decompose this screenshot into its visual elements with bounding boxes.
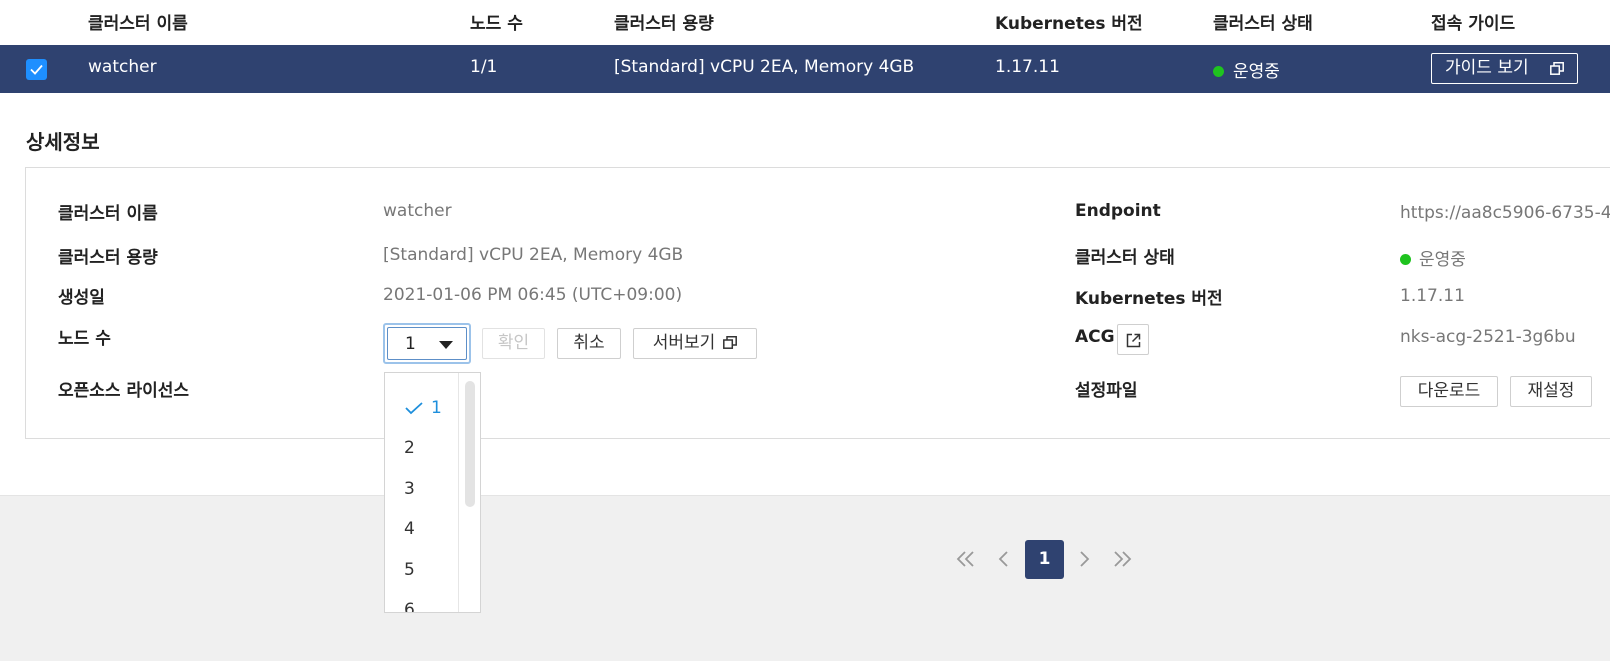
footer-area: [0, 495, 1610, 661]
server-view-label: 서버보기: [652, 333, 716, 353]
first-page-button[interactable]: [955, 544, 977, 574]
row-status: 운영중: [1213, 57, 1280, 82]
node-count-dropdown: 1 2 3 4 5 6: [384, 372, 481, 613]
detail-config-label: 설정파일: [1075, 381, 1138, 401]
dropdown-option-6[interactable]: 6: [385, 590, 457, 612]
table-header: 클러스터 이름 노드 수 클러스터 용량 Kubernetes 버전 클러스터 …: [0, 0, 1610, 45]
header-cluster-name: 클러스터 이름: [88, 14, 188, 34]
row-cluster-name: watcher: [88, 57, 157, 77]
detail-capacity-label: 클러스터 용량: [58, 248, 158, 268]
node-count-select-value: 1: [405, 334, 416, 354]
status-dot-icon: [1400, 253, 1411, 265]
dropdown-option-3[interactable]: 3: [385, 469, 457, 509]
row-checkbox[interactable]: [26, 59, 47, 80]
detail-capacity-value: [Standard] vCPU 2EA, Memory 4GB: [383, 245, 684, 265]
detail-cluster-name-value: watcher: [383, 201, 452, 221]
detail-acg-label: ACG: [1075, 327, 1115, 347]
detail-section-title: 상세정보: [26, 130, 100, 154]
dropdown-scrollbar[interactable]: [465, 381, 475, 507]
dropdown-option-2[interactable]: 2: [385, 428, 457, 468]
dropdown-option-1[interactable]: 1: [385, 388, 457, 428]
header-access-guide: 접속 가이드: [1431, 14, 1516, 34]
confirm-button[interactable]: 확인: [482, 328, 545, 359]
header-k8s-version: Kubernetes 버전: [995, 14, 1143, 34]
detail-created-value: 2021-01-06 PM 06:45 (UTC+09:00): [383, 285, 683, 305]
node-count-select-inner: [387, 327, 467, 360]
external-link-icon: [1126, 333, 1141, 348]
detail-acg-value: nks-acg-2521-3g6bu: [1400, 327, 1576, 347]
detail-status-label: 클러스터 상태: [1075, 248, 1175, 268]
detail-created-label: 생성일: [58, 288, 105, 308]
reset-button[interactable]: 재설정: [1510, 376, 1592, 407]
row-node-count: 1/1: [470, 57, 498, 77]
download-button[interactable]: 다운로드: [1400, 376, 1498, 407]
detail-endpoint-value: https://aa8c5906-6735-43: [1400, 203, 1610, 223]
chevron-right-icon: [1080, 551, 1090, 567]
detail-license-label: 오픈소스 라이선스: [58, 381, 190, 401]
detail-k8s-label: Kubernetes 버전: [1075, 289, 1223, 309]
detail-cluster-name-label: 클러스터 이름: [58, 204, 158, 224]
dropdown-option-label: 1: [431, 398, 442, 418]
detail-panel: [25, 167, 1610, 439]
new-window-icon: [723, 335, 738, 349]
header-capacity: 클러스터 용량: [614, 14, 714, 34]
detail-endpoint-label: Endpoint: [1075, 201, 1161, 221]
table-row[interactable]: watcher 1/1 [Standard] vCPU 2EA, Memory …: [0, 45, 1610, 93]
dropdown-option-5[interactable]: 5: [385, 550, 457, 590]
row-k8s-version: 1.17.11: [995, 57, 1060, 77]
detail-k8s-value: 1.17.11: [1400, 286, 1465, 306]
header-node-count: 노드 수: [470, 14, 523, 34]
server-view-button[interactable]: 서버보기: [633, 328, 757, 359]
node-count-select[interactable]: 1: [383, 323, 471, 364]
page-1-button[interactable]: 1: [1025, 540, 1064, 579]
prev-page-button[interactable]: [996, 544, 1012, 574]
caret-down-icon: [439, 341, 453, 349]
detail-nodes-label: 노드 수: [58, 329, 111, 349]
row-capacity: [Standard] vCPU 2EA, Memory 4GB: [614, 57, 915, 77]
cluster-page: 클러스터 이름 노드 수 클러스터 용량 Kubernetes 버전 클러스터 …: [0, 0, 1610, 661]
header-cluster-status: 클러스터 상태: [1213, 14, 1313, 34]
chevron-left-icon: [998, 551, 1008, 567]
last-page-button[interactable]: [1111, 544, 1133, 574]
check-icon: [30, 64, 43, 75]
detail-status-value: 운영중: [1400, 245, 1466, 270]
cancel-button[interactable]: 취소: [557, 328, 621, 359]
detail-status-text: 운영중: [1419, 250, 1466, 270]
double-chevron-right-icon: [1114, 551, 1132, 567]
next-page-button[interactable]: [1076, 544, 1092, 574]
row-status-text: 운영중: [1233, 62, 1280, 82]
acg-link-button[interactable]: [1117, 324, 1149, 355]
guide-view-label: 가이드 보기: [1445, 58, 1529, 78]
dropdown-option-4[interactable]: 4: [385, 509, 457, 549]
dropdown-divider: [458, 373, 459, 612]
status-dot-icon: [1213, 65, 1224, 77]
double-chevron-left-icon: [956, 551, 974, 567]
new-window-icon: [1550, 62, 1564, 75]
guide-view-button[interactable]: 가이드 보기: [1431, 53, 1578, 84]
checkmark-icon: [405, 402, 423, 415]
